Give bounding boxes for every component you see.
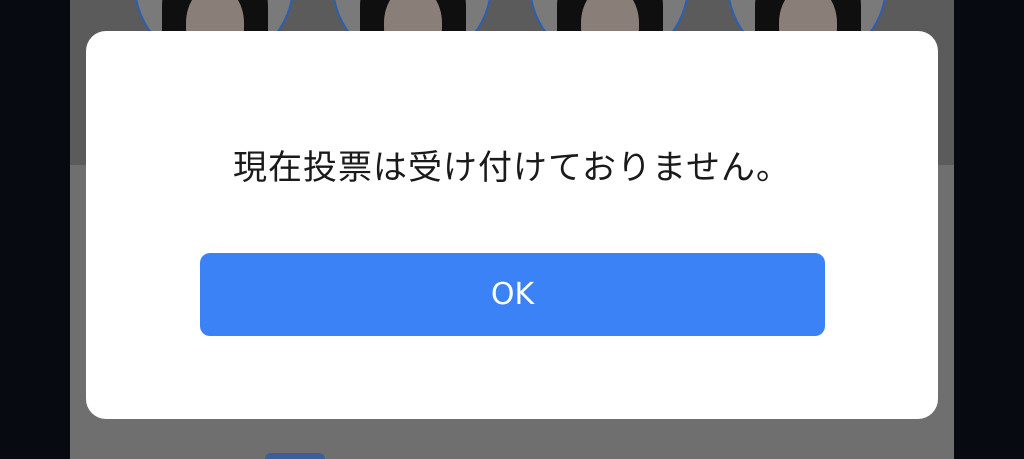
alert-dialog: 現在投票は受け付けておりません。 OK: [86, 31, 938, 419]
screen: 現在投票は受け付けておりません。 OK: [0, 0, 1024, 459]
dialog-message: 現在投票は受け付けておりません。: [233, 148, 791, 188]
ok-button[interactable]: OK: [200, 253, 825, 336]
